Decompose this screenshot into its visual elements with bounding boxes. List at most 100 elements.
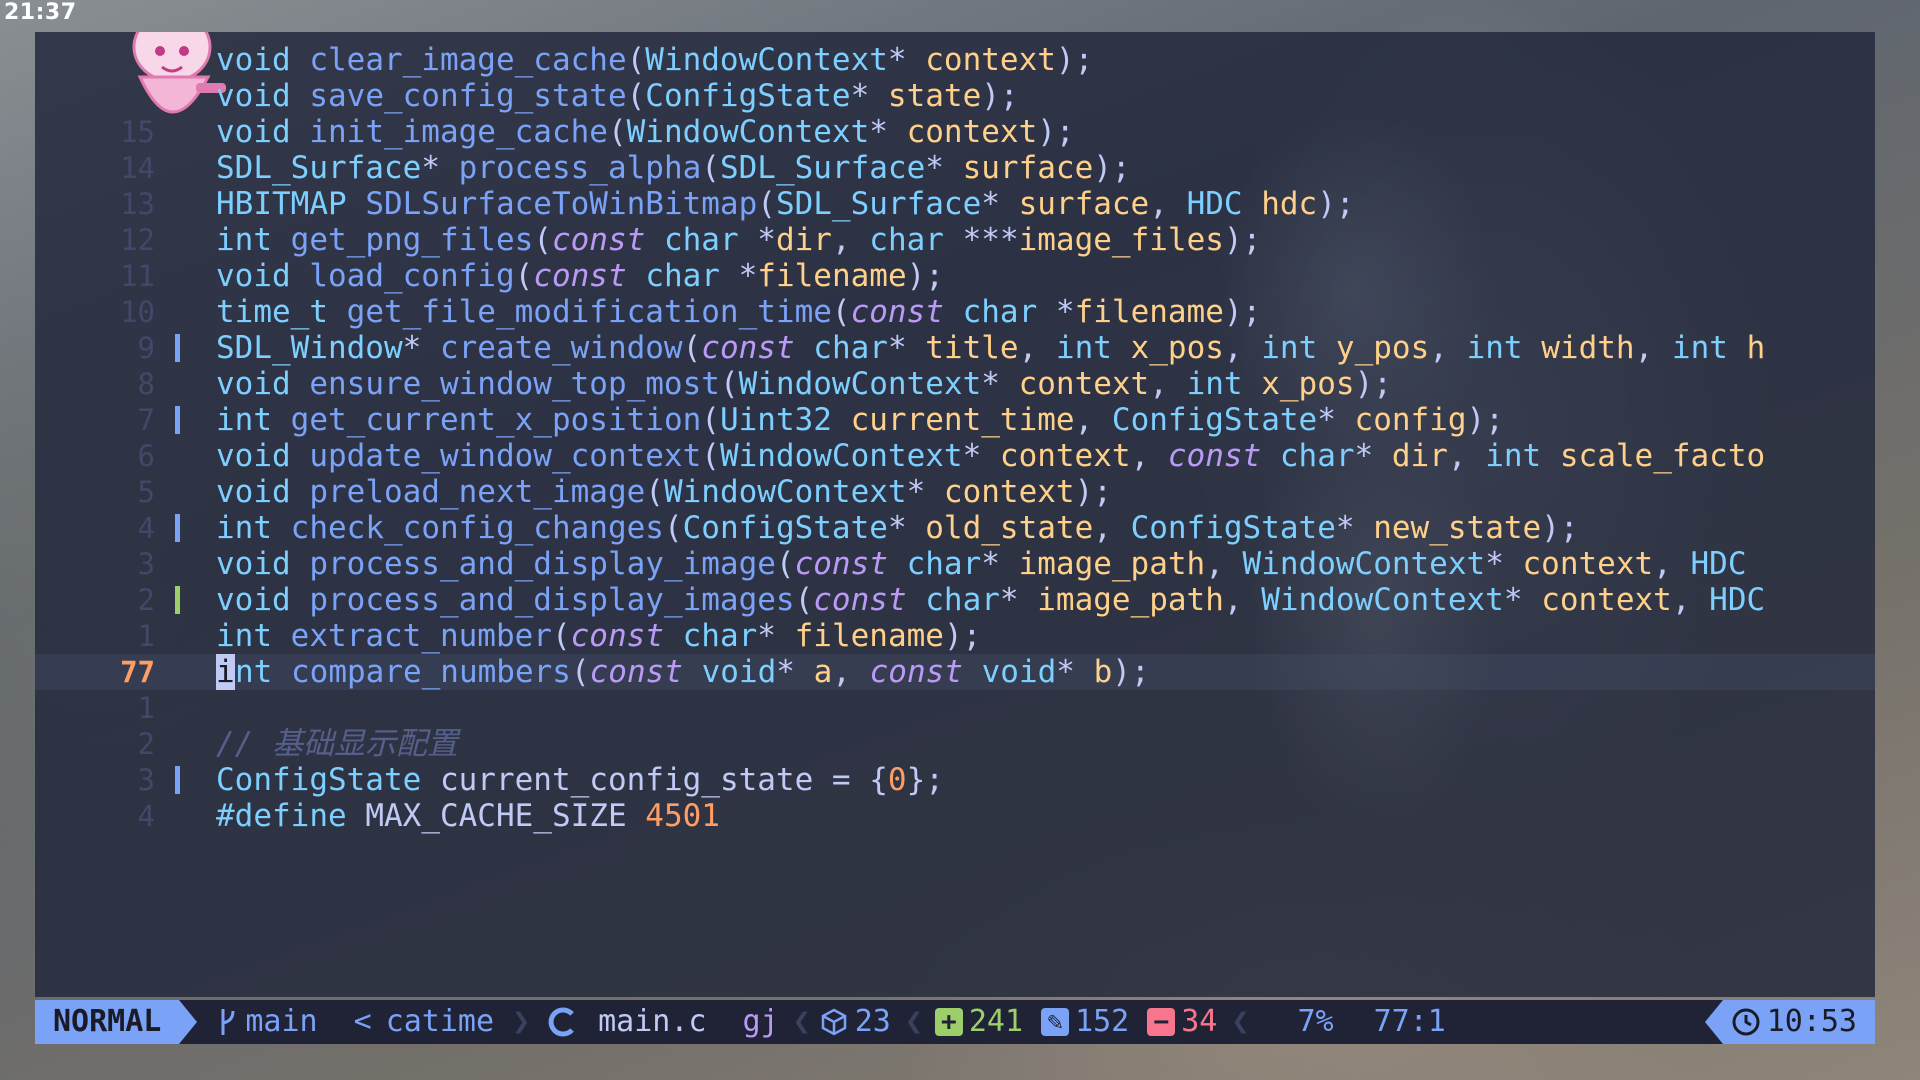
code-line[interactable]: 8 void ensure_window_top_most(WindowConte… [35,366,1875,402]
code-line[interactable]: void clear_image_cache(WindowContext* co… [35,42,1875,78]
code-token: char [962,294,1038,330]
code-line[interactable]: 5 void preload_next_image(WindowContext* … [35,474,1875,510]
code-line[interactable]: 4 int check_config_changes(ConfigState* o… [35,510,1875,546]
code-token: const [570,618,664,654]
code-line[interactable]: 6 void update_window_context(WindowContex… [35,438,1875,474]
code-line[interactable]: 2 // 基础显示配置 [35,726,1875,762]
code-line[interactable]: 15 void init_image_cache(WindowContext* c… [35,114,1875,150]
code-token: , [832,654,870,690]
line-number: 3 [137,547,155,581]
code-token: int [216,510,272,546]
code-token: ( [701,402,720,438]
line-number: 1 [137,619,155,653]
code-token: const [850,294,944,330]
code-token: context [1541,582,1672,618]
code-line[interactable]: 1 [35,690,1875,726]
code-token: ); [1112,654,1150,690]
code-token: , [1149,186,1187,222]
code-token: , [1205,546,1243,582]
code-token: void [216,42,291,78]
project-name[interactable]: catime [386,1000,494,1044]
code-token: ensure_window_top_most [309,366,720,402]
code-token: , [1671,582,1710,618]
code-token: extract_number [290,618,552,654]
code-token: const [794,546,888,582]
code-token: update_window_context [309,438,702,474]
code-text: int get_current_x_position(Uint32 curren… [216,402,1504,438]
code-token: char [813,330,888,366]
code-line[interactable]: 4 #define MAX_CACHE_SIZE 4501 [35,798,1875,834]
code-token: dir [1391,438,1448,474]
code-token: int [216,222,272,258]
code-token: ); [1223,222,1262,258]
code-token: int [1055,330,1112,366]
code-line[interactable]: 10 time_t get_file_modification_time(cons… [35,294,1875,330]
code-token: SDL_Surface [775,186,982,222]
minus-square-icon: − [1147,1008,1176,1036]
code-token: compare_numbers [291,654,571,690]
code-token: ( [775,546,795,582]
code-token: ( [645,474,664,510]
code-token: ( [831,294,851,330]
code-token: , [1018,330,1056,366]
code-token: get_png_files [290,222,534,258]
code-token: context [1522,546,1654,582]
code-line[interactable]: 9 SDL_Window* create_window(const char* t… [35,330,1875,366]
code-line[interactable]: 3 ConfigState current_config_state = {0}; [35,762,1875,798]
project-prefix: < [353,1004,372,1039]
code-line[interactable]: 3 void process_and_display_image(const ch… [35,546,1875,582]
git-branch-name[interactable]: main [245,1000,317,1044]
code-token: ); [1317,186,1355,222]
code-line[interactable]: 11 void load_config(const char *filename)… [35,258,1875,294]
code-token: int [1261,330,1318,366]
code-token: MAX_CACHE_SIZE [365,798,627,834]
code-token: void [216,582,291,618]
code-token: int [1186,366,1243,402]
code-token: ConfigState [645,78,851,114]
code-token: ( [794,582,814,618]
code-line[interactable]: 2 void process_and_display_images(const c… [35,582,1875,618]
code-token: WindowContext [645,42,888,78]
code-token: WindowContext [1242,546,1486,582]
code-token: , [1653,546,1691,582]
code-token: h [1746,330,1766,366]
code-line[interactable]: 13 HBITMAP SDLSurfaceToWinBitmap(SDL_Surf… [35,186,1875,222]
code-token: clear_image_cache [309,42,627,78]
code-line[interactable]: 7 int get_current_x_position(Uint32 curre… [35,402,1875,438]
code-token: get_file_modification_time [346,294,832,330]
code-line[interactable]: 1 int extract_number(const char* filename… [35,618,1875,654]
code-token: const [869,654,963,690]
line-number: 6 [137,439,155,473]
code-editor[interactable]: void clear_image_cache(WindowContext* co… [35,32,1875,997]
code-line[interactable]: void save_config_state(ConfigState* stat… [35,78,1875,114]
code-token: char [925,582,1000,618]
code-line[interactable]: 12 int get_png_files(const char *dir, cha… [35,222,1875,258]
plus-square-icon: + [934,1008,963,1036]
line-number: 2 [137,727,155,761]
code-token: nt [235,654,273,690]
code-token: const [701,330,795,366]
code-token: a [813,654,833,690]
code-token: ( [626,42,646,78]
git-change-marker [175,334,180,362]
time-separator [1704,1000,1723,1044]
code-line[interactable]: 14 SDL_Surface* process_alpha(SDL_Surface… [35,150,1875,186]
code-token: , [1093,510,1131,546]
current-code-line[interactable]: 77 int compare_numbers(const void* a, con… [35,654,1875,690]
file-name[interactable]: main.c [598,1000,706,1044]
